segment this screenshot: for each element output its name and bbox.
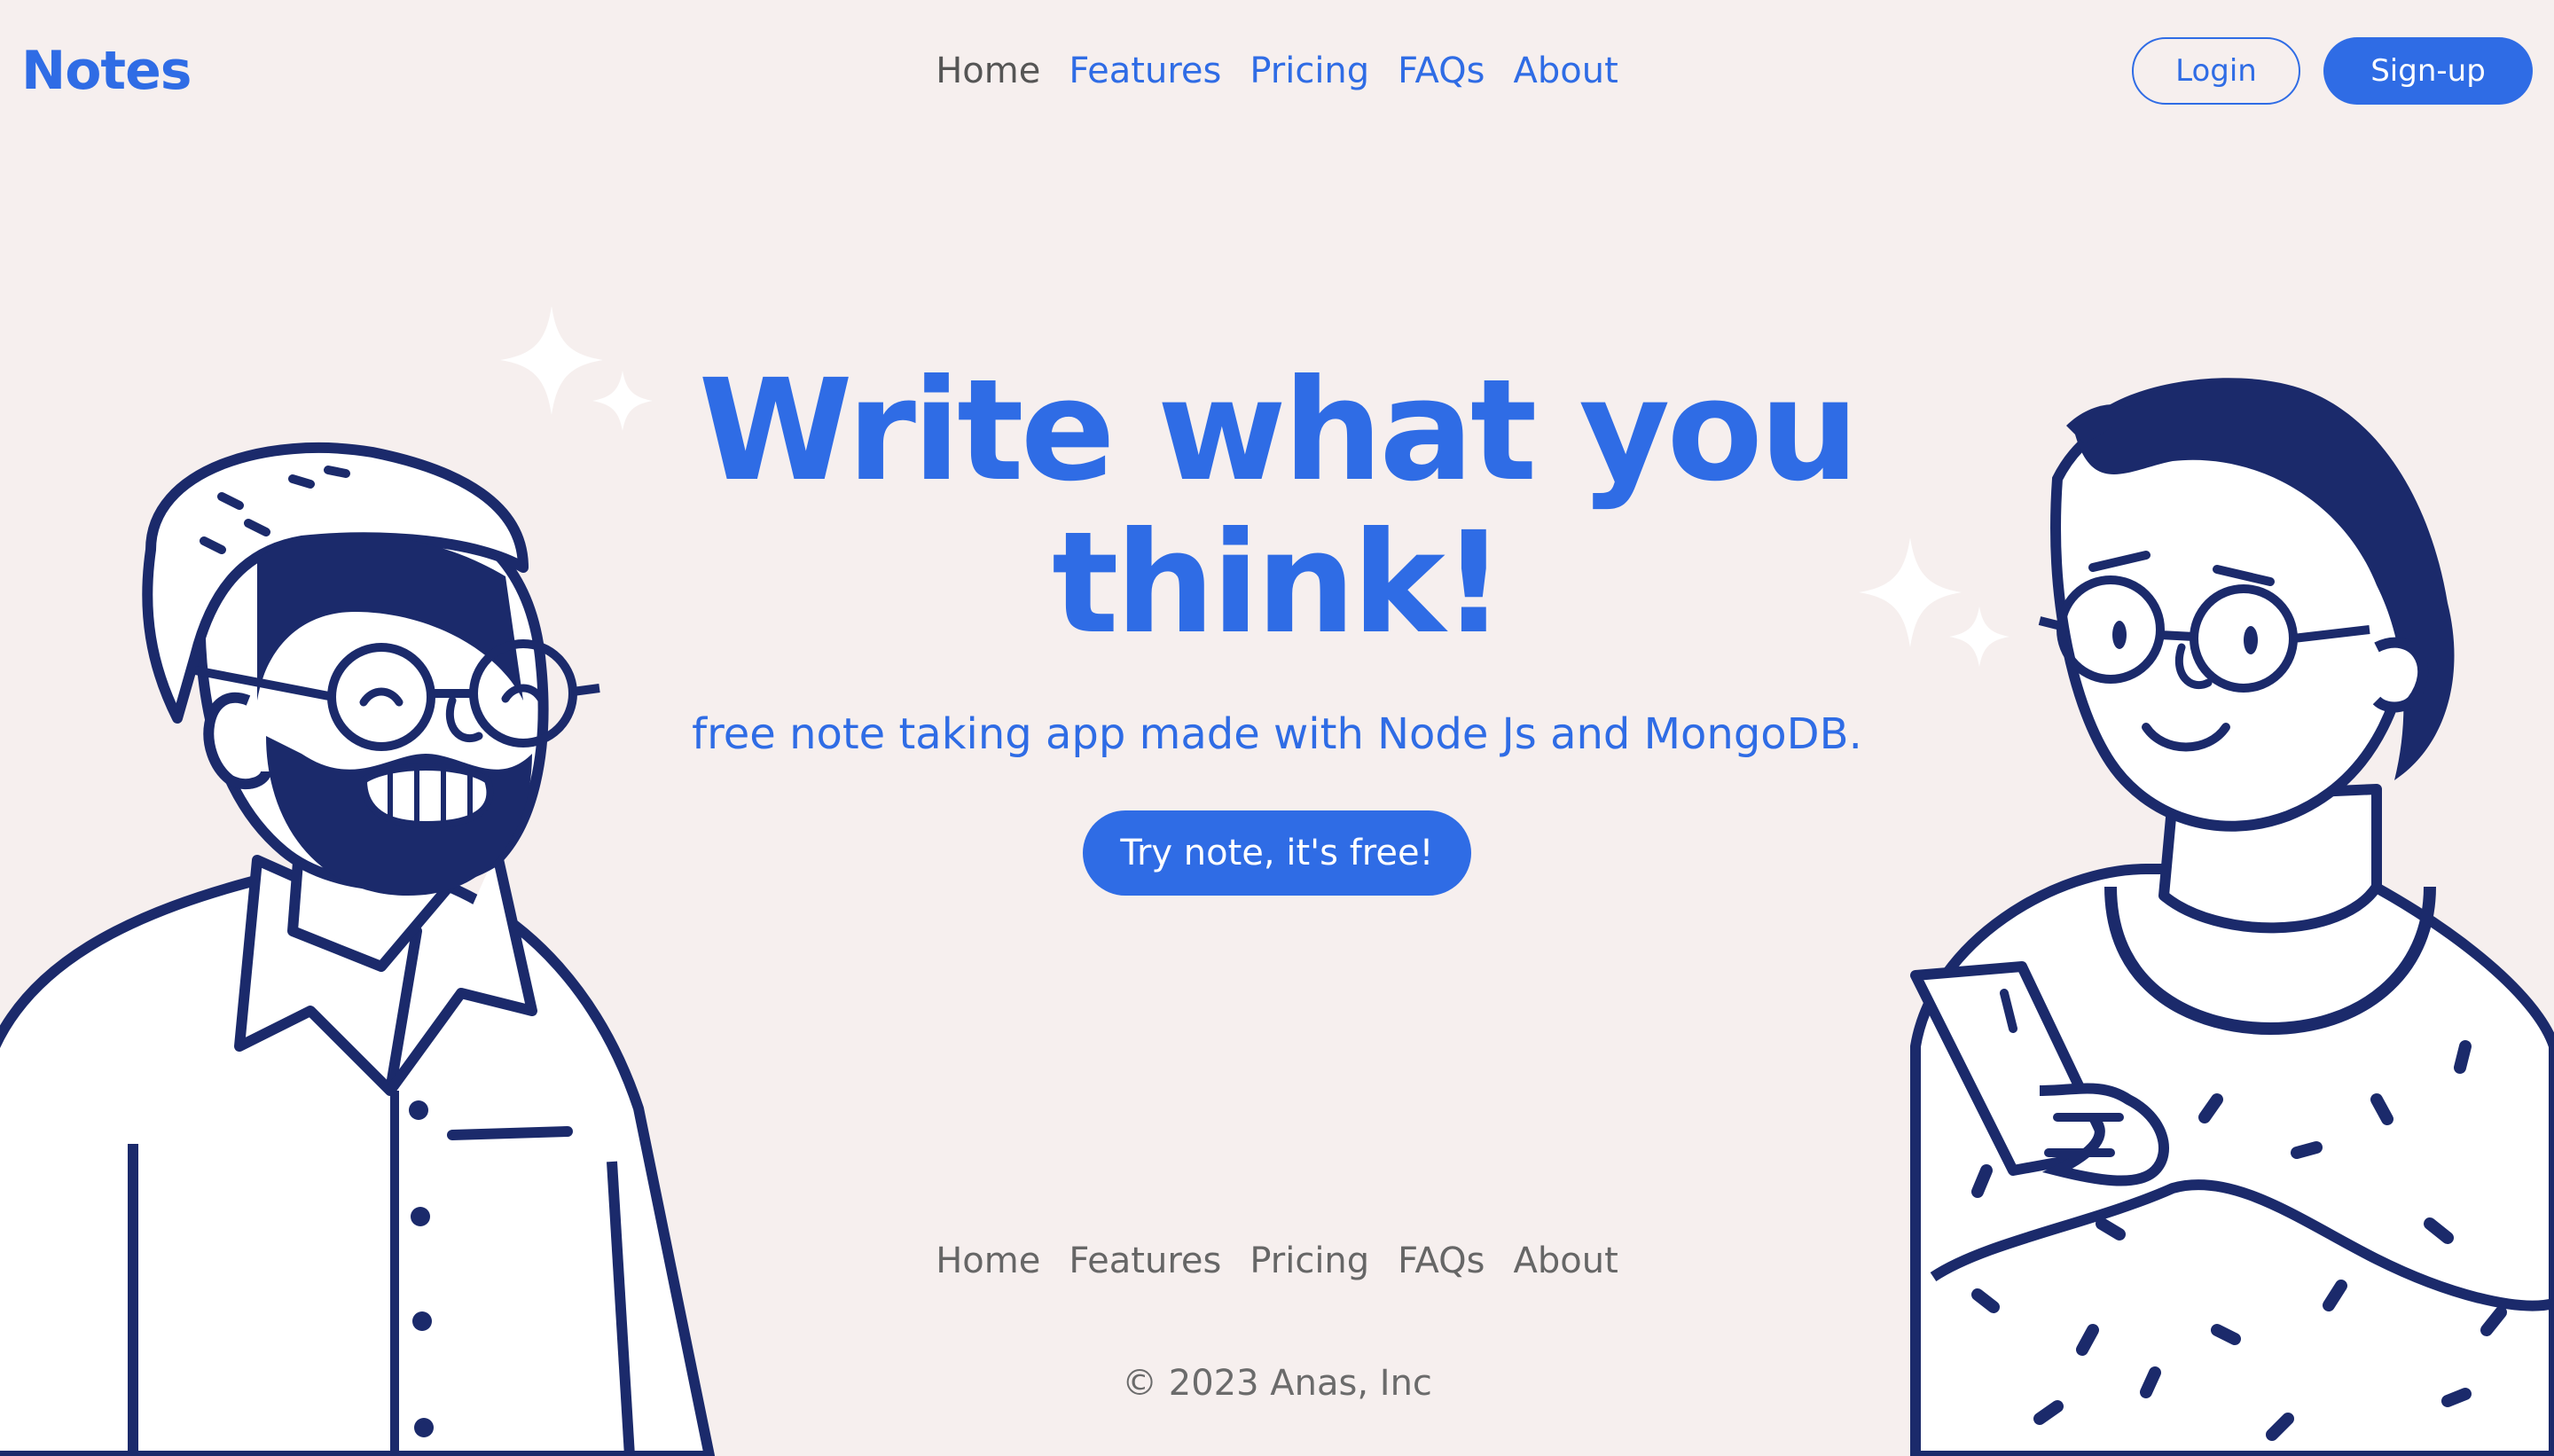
- nav-link-home[interactable]: Home: [936, 46, 1040, 96]
- footer-link-faqs[interactable]: FAQs: [1398, 1236, 1485, 1286]
- nav-link-features[interactable]: Features: [1069, 46, 1221, 96]
- footer-link-about[interactable]: About: [1514, 1236, 1618, 1286]
- footer-link-pricing[interactable]: Pricing: [1250, 1236, 1369, 1286]
- hero-title: Write what you think!: [0, 355, 2554, 660]
- nav-link-pricing[interactable]: Pricing: [1250, 46, 1369, 96]
- footer-link-home[interactable]: Home: [936, 1236, 1040, 1286]
- footer-nav: Home Features Pricing FAQs About: [0, 1236, 2554, 1286]
- copyright-text: © 2023 Anas, Inc: [1122, 1363, 1432, 1404]
- try-note-button[interactable]: Try note, it's free!: [1083, 810, 1471, 896]
- nav-link-faqs[interactable]: FAQs: [1398, 46, 1485, 96]
- signup-button[interactable]: Sign-up: [2323, 37, 2533, 105]
- hero-subtitle: free note taking app made with Node Js a…: [692, 709, 1862, 759]
- hero-title-line1: Write what you: [698, 349, 1860, 513]
- footer-link-features[interactable]: Features: [1069, 1236, 1221, 1286]
- hero-title-line2: think!: [1052, 502, 1506, 665]
- nav-link-about[interactable]: About: [1514, 46, 1618, 96]
- landing-page: Notes Home Features Pricing FAQs About L…: [0, 0, 2554, 1456]
- login-button[interactable]: Login: [2132, 37, 2300, 105]
